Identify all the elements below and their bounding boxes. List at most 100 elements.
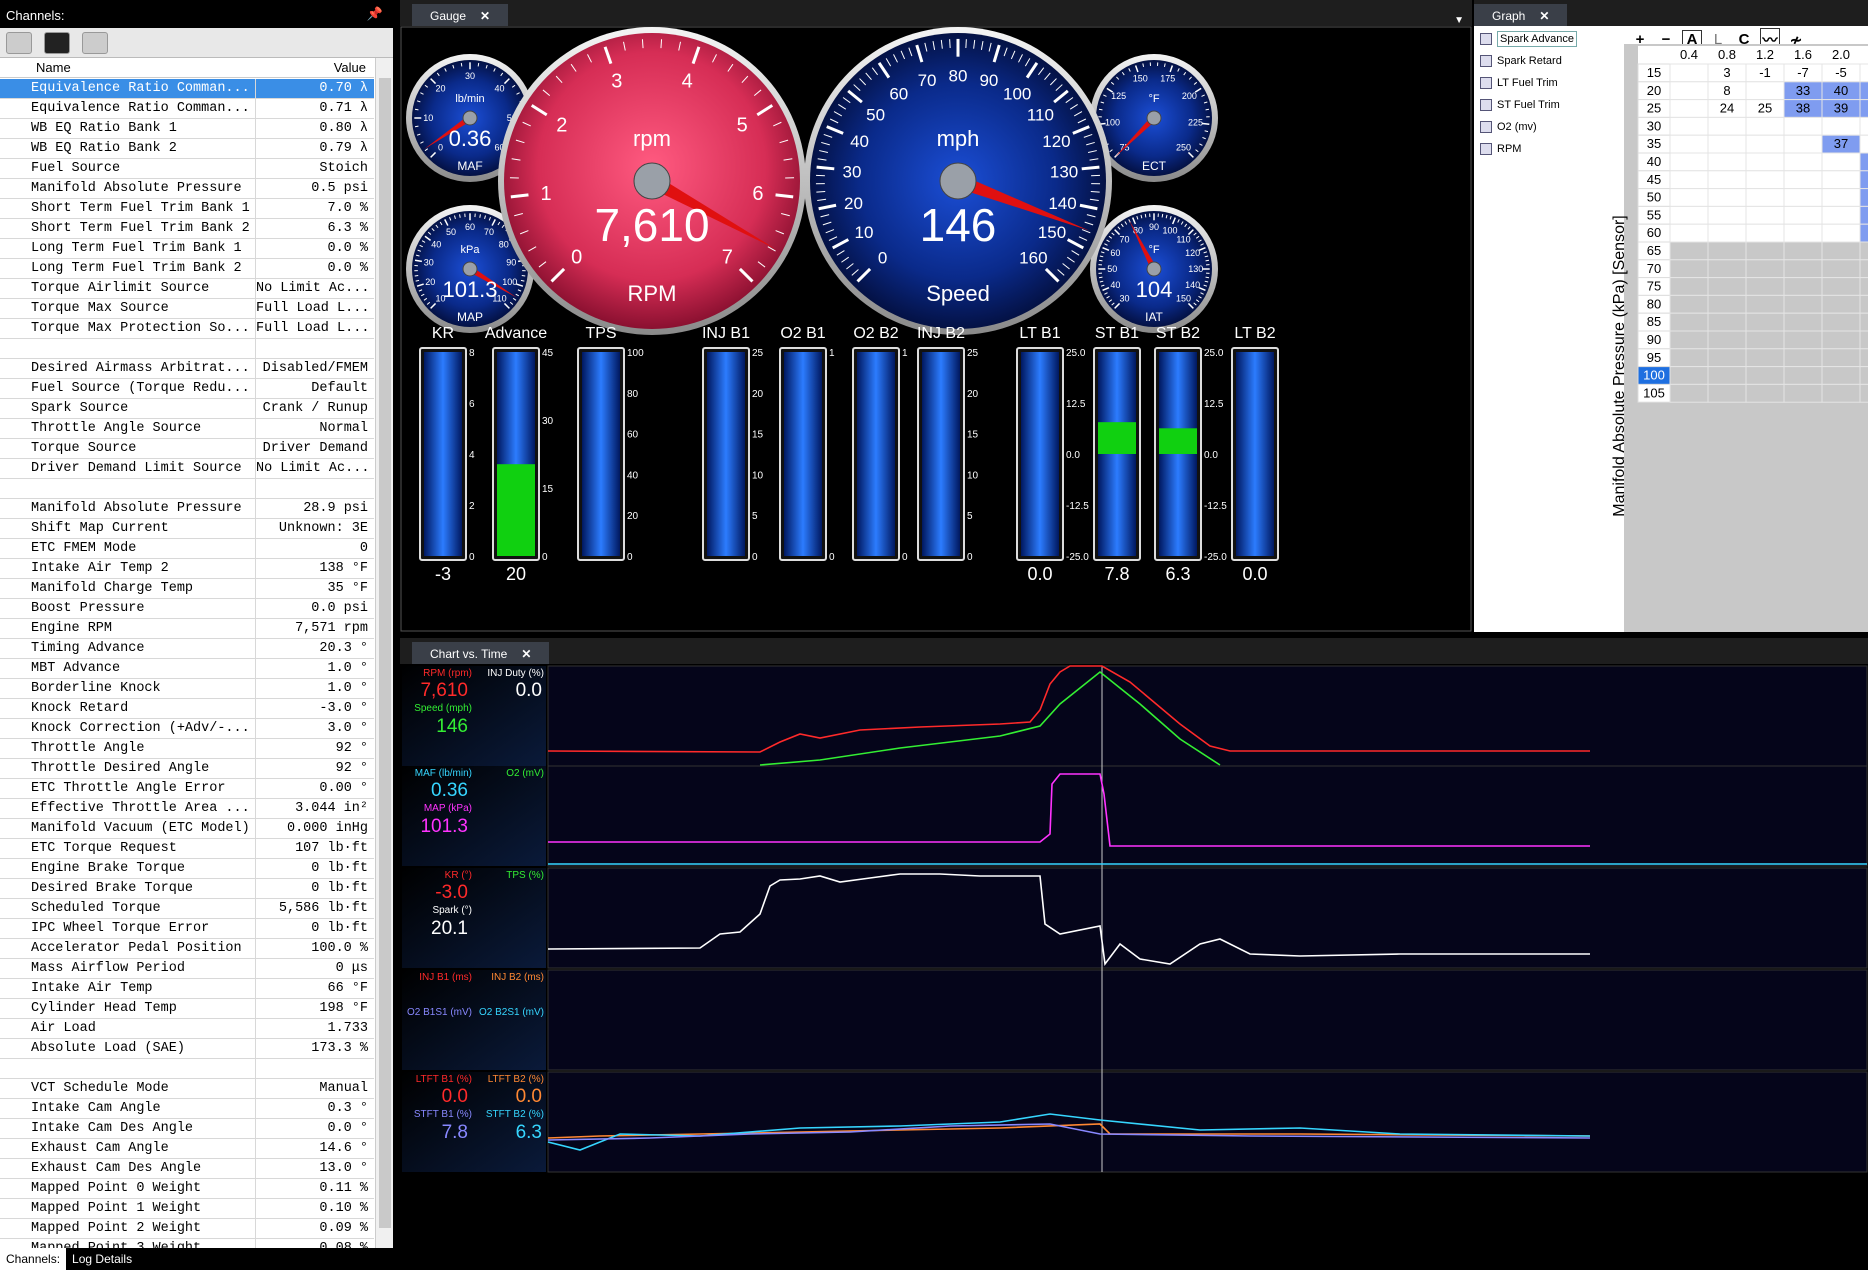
table-cell[interactable] bbox=[1745, 116, 1785, 136]
channel-row[interactable]: Throttle Desired Angle 92 ° bbox=[0, 758, 374, 779]
tab-gauge[interactable]: Gauge ✕ bbox=[412, 4, 509, 26]
close-icon[interactable]: ✕ bbox=[480, 9, 490, 23]
channel-row[interactable]: Air Load 1.733 bbox=[0, 1018, 374, 1039]
table-cell[interactable] bbox=[1783, 188, 1823, 207]
channel-row[interactable]: Manifold Charge Temp 35 °F bbox=[0, 578, 374, 599]
table-cell[interactable] bbox=[1745, 152, 1785, 172]
table-cell[interactable] bbox=[1821, 259, 1861, 279]
table-cell[interactable] bbox=[1669, 241, 1709, 261]
table-cell[interactable] bbox=[1707, 134, 1747, 154]
table-cell[interactable] bbox=[1783, 366, 1823, 385]
table-cell[interactable] bbox=[1745, 241, 1785, 261]
table-cell[interactable] bbox=[1859, 294, 1868, 314]
tab-channels[interactable]: Channels: bbox=[0, 1248, 67, 1270]
channel-row[interactable]: Manifold Vacuum (ETC Model) 0.000 inHg bbox=[0, 818, 374, 839]
table-cell[interactable] bbox=[1783, 312, 1823, 332]
channel-row[interactable]: Short Term Fuel Trim Bank 1 7.0 % bbox=[0, 198, 374, 219]
table-cell[interactable] bbox=[1745, 223, 1785, 243]
channel-row[interactable]: Knock Correction (+Adv/-... 3.0 ° bbox=[0, 718, 374, 739]
channel-row[interactable]: Short Term Fuel Trim Bank 2 6.3 % bbox=[0, 218, 374, 239]
table-cell[interactable] bbox=[1669, 63, 1709, 83]
table-cell[interactable] bbox=[1859, 241, 1868, 261]
table-cell[interactable] bbox=[1707, 241, 1747, 261]
channel-row[interactable]: Manifold Absolute Pressure 0.5 psi bbox=[0, 178, 374, 199]
channel-row[interactable]: Driver Demand Limit Source No Limit Ac... bbox=[0, 458, 374, 479]
table-cell[interactable] bbox=[1859, 259, 1868, 279]
table-cell[interactable] bbox=[1745, 205, 1785, 225]
table-cell[interactable] bbox=[1707, 152, 1747, 172]
table-cell[interactable] bbox=[1669, 170, 1709, 190]
channel-row[interactable]: Manifold Absolute Pressure 28.9 psi bbox=[0, 498, 374, 519]
channel-row[interactable]: ETC Torque Request 107 lb·ft bbox=[0, 838, 374, 859]
table-cell[interactable] bbox=[1859, 348, 1868, 368]
channel-row[interactable]: Long Term Fuel Trim Bank 1 0.0 % bbox=[0, 238, 374, 259]
tab-graph[interactable]: Graph ✕ bbox=[1474, 4, 1568, 26]
channel-row[interactable]: Scheduled Torque 5,586 lb·ft bbox=[0, 898, 374, 919]
table-cell[interactable] bbox=[1707, 383, 1747, 403]
channel-row[interactable]: Intake Cam Des Angle 0.0 ° bbox=[0, 1118, 374, 1139]
channel-row[interactable]: Borderline Knock 1.0 ° bbox=[0, 678, 374, 699]
table-cell[interactable] bbox=[1669, 383, 1709, 403]
channel-row[interactable]: Engine RPM 7,571 rpm bbox=[0, 618, 374, 639]
table-cell[interactable] bbox=[1745, 366, 1785, 385]
channel-row[interactable]: WB EQ Ratio Bank 2 0.79 λ bbox=[0, 138, 374, 159]
table-cell[interactable] bbox=[1745, 348, 1785, 368]
channel-row[interactable]: Mapped Point 1 Weight 0.10 % bbox=[0, 1198, 374, 1219]
channel-row[interactable]: MBT Advance 1.0 ° bbox=[0, 658, 374, 679]
pin-icon[interactable]: 📌 bbox=[367, 6, 383, 22]
channel-row[interactable]: Throttle Angle Source Normal bbox=[0, 418, 374, 439]
channel-row[interactable]: Equivalence Ratio Comman... 0.70 λ bbox=[0, 78, 374, 99]
channel-row[interactable]: Torque Max Source Full Load L... bbox=[0, 298, 374, 319]
table-cell[interactable] bbox=[1745, 81, 1785, 101]
table-cell[interactable] bbox=[1783, 241, 1823, 261]
table-cell[interactable] bbox=[1821, 223, 1861, 243]
table-cell[interactable] bbox=[1821, 116, 1861, 136]
table-cell[interactable] bbox=[1669, 99, 1709, 118]
table-cell[interactable] bbox=[1783, 152, 1823, 172]
table-cell[interactable] bbox=[1783, 277, 1823, 296]
table-cell[interactable] bbox=[1707, 366, 1747, 385]
channel-row[interactable]: Shift Map Current Unknown: 3E bbox=[0, 518, 374, 539]
table-cell[interactable] bbox=[1745, 294, 1785, 314]
channel-row[interactable]: Desired Brake Torque 0 lb·ft bbox=[0, 878, 374, 899]
channel-row[interactable]: Intake Air Temp 66 °F bbox=[0, 978, 374, 999]
table-cell[interactable] bbox=[1707, 330, 1747, 350]
table-cell[interactable] bbox=[1859, 81, 1868, 101]
channel-row[interactable]: Cylinder Head Temp 198 °F bbox=[0, 998, 374, 1019]
channel-row[interactable]: Exhaust Cam Angle 14.6 ° bbox=[0, 1138, 374, 1159]
table-cell[interactable] bbox=[1707, 188, 1747, 207]
table-cell[interactable] bbox=[1669, 152, 1709, 172]
table-cell[interactable] bbox=[1669, 348, 1709, 368]
table-cell[interactable] bbox=[1745, 330, 1785, 350]
table-cell[interactable] bbox=[1859, 277, 1868, 296]
scrollbar-thumb[interactable] bbox=[379, 78, 391, 1228]
table-cell[interactable] bbox=[1859, 116, 1868, 136]
table-cell[interactable] bbox=[1821, 277, 1861, 296]
channel-row[interactable]: Fuel Source (Torque Redu... Default bbox=[0, 378, 374, 399]
table-cell[interactable] bbox=[1859, 63, 1868, 83]
channel-row[interactable]: WB EQ Ratio Bank 1 0.80 λ bbox=[0, 118, 374, 139]
channel-row[interactable]: ETC Throttle Angle Error 0.00 ° bbox=[0, 778, 374, 799]
channel-row[interactable]: Spark Source Crank / Runup bbox=[0, 398, 374, 419]
table-cell[interactable] bbox=[1669, 188, 1709, 207]
table-cell[interactable] bbox=[1783, 205, 1823, 225]
table-cell[interactable] bbox=[1745, 383, 1785, 403]
channel-row[interactable]: Timing Advance 20.3 ° bbox=[0, 638, 374, 659]
table-cell[interactable] bbox=[1859, 134, 1868, 154]
table-cell[interactable] bbox=[1669, 205, 1709, 225]
table-cell[interactable] bbox=[1821, 330, 1861, 350]
table-cell[interactable] bbox=[1859, 170, 1868, 190]
table-cell[interactable] bbox=[1783, 223, 1823, 243]
table-cell[interactable] bbox=[1821, 348, 1861, 368]
table-cell[interactable] bbox=[1859, 383, 1868, 403]
channel-row[interactable]: Boost Pressure 0.0 psi bbox=[0, 598, 374, 619]
table-cell[interactable] bbox=[1783, 259, 1823, 279]
table-cell[interactable] bbox=[1707, 170, 1747, 190]
channel-row[interactable]: Desired Airmass Arbitrat... Disabled/FMEM bbox=[0, 358, 374, 379]
table-cell[interactable] bbox=[1707, 294, 1747, 314]
channel-row[interactable]: Torque Airlimit Source No Limit Ac... bbox=[0, 278, 374, 299]
table-cell[interactable] bbox=[1707, 223, 1747, 243]
table-cell[interactable] bbox=[1745, 170, 1785, 190]
table-cell[interactable] bbox=[1821, 294, 1861, 314]
close-icon[interactable]: ✕ bbox=[1539, 9, 1549, 23]
